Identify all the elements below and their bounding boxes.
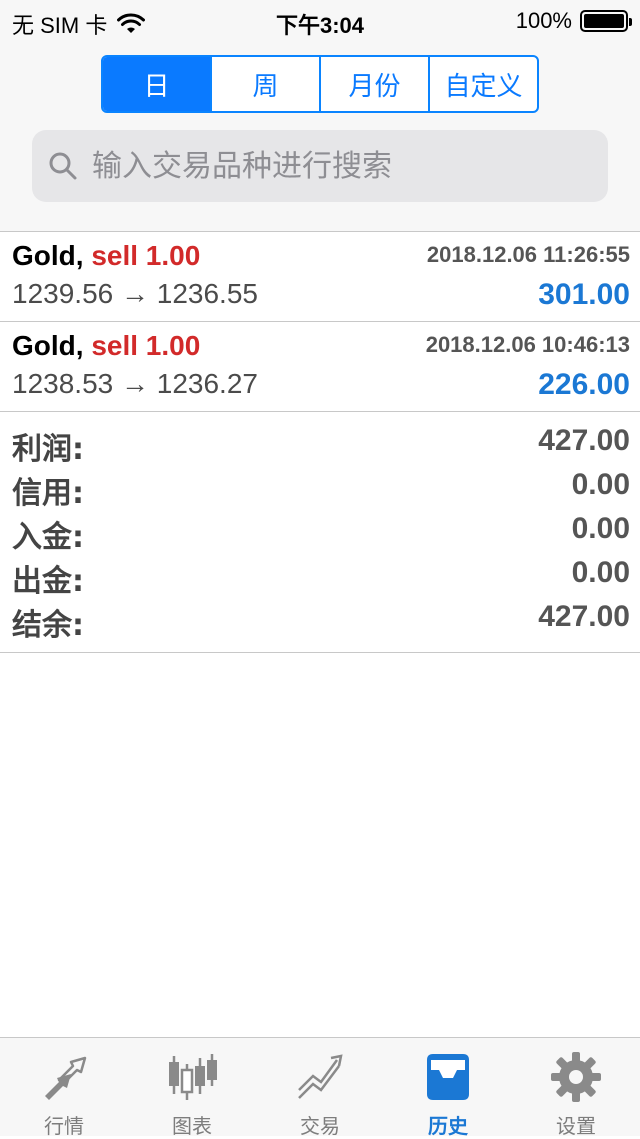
deal-row[interactable]: Gold, sell 1.00 2018.12.06 10:46:13 1238…: [0, 322, 640, 412]
segment-week[interactable]: 周: [212, 57, 321, 111]
candlestick-chart-icon: [169, 1054, 217, 1100]
summary-label: 结余:: [12, 608, 84, 643]
segment-day[interactable]: 日: [103, 57, 212, 111]
deal-type: sell 1.00: [91, 240, 201, 271]
summary-row-balance: 结余: 427.00: [0, 596, 640, 643]
segment-custom[interactable]: 自定义: [430, 57, 537, 111]
gear-icon: [551, 1052, 601, 1102]
search-bar: [32, 130, 608, 202]
status-bar: 无 SIM 卡 下午3:04 100%: [0, 0, 640, 40]
tab-label: 图表: [172, 1114, 212, 1138]
summary-label: 利润:: [12, 432, 84, 467]
summary-label: 出金:: [12, 564, 84, 599]
summary-row-withdrawal: 出金: 0.00: [0, 552, 640, 599]
deal-symbol-line: Gold, sell 1.00: [12, 330, 200, 362]
summary-value: 427.00: [538, 600, 630, 633]
deal-row[interactable]: Gold, sell 1.00 2018.12.06 11:26:55 1239…: [0, 232, 640, 322]
summary-label: 入金:: [12, 520, 84, 555]
deal-symbol: Gold,: [12, 330, 84, 361]
search-input[interactable]: [92, 148, 572, 184]
deal-profit: 301.00: [538, 278, 630, 311]
summary-value: 0.00: [571, 512, 630, 545]
summary-row-credit: 信用: 0.00: [0, 464, 640, 511]
tab-label: 行情: [44, 1114, 84, 1138]
tab-label: 历史: [428, 1114, 468, 1138]
tab-trade[interactable]: 交易: [256, 1038, 384, 1138]
header: 日 周 月份 自定义: [0, 40, 640, 232]
quotes-arrows-icon: [45, 1056, 87, 1100]
deal-symbol-line: Gold, sell 1.00: [12, 240, 200, 272]
tab-charts[interactable]: 图表: [128, 1038, 256, 1138]
period-segmented-control: 日 周 月份 自定义: [101, 55, 539, 113]
history-inbox-icon: [427, 1054, 469, 1100]
status-right: 100%: [515, 8, 632, 34]
tab-bar: 行情 图表 交易 历史 设置: [0, 1037, 640, 1138]
deal-time: 2018.12.06 11:26:55: [426, 242, 630, 267]
search-icon: [49, 152, 77, 180]
summary-value: 0.00: [571, 468, 630, 501]
segment-month[interactable]: 月份: [321, 57, 430, 111]
tab-label: 设置: [556, 1114, 596, 1138]
deal-symbol: Gold,: [12, 240, 84, 271]
tab-settings[interactable]: 设置: [512, 1038, 640, 1138]
battery-icon: [580, 10, 632, 32]
trade-trend-icon: [298, 1054, 343, 1099]
tab-history[interactable]: 历史: [384, 1038, 512, 1138]
deal-type: sell 1.00: [91, 330, 201, 361]
deal-prices: 1238.53 → 1236.27: [12, 368, 258, 399]
battery-percent: 100%: [515, 8, 572, 33]
summary-row-deposit: 入金: 0.00: [0, 508, 640, 555]
summary-value: 427.00: [538, 424, 630, 457]
deal-prices: 1239.56 → 1236.55: [12, 278, 258, 309]
tab-label: 交易: [300, 1114, 340, 1138]
summary-label: 信用:: [12, 476, 84, 511]
deal-profit: 226.00: [538, 368, 630, 401]
summary-value: 0.00: [571, 556, 630, 589]
tab-quotes[interactable]: 行情: [0, 1038, 128, 1138]
deal-time: 2018.12.06 10:46:13: [425, 332, 630, 357]
summary-panel: 利润: 427.00 信用: 0.00 入金: 0.00 出金: 0.00 结余…: [0, 412, 640, 653]
summary-row-profit: 利润: 427.00: [0, 420, 640, 467]
